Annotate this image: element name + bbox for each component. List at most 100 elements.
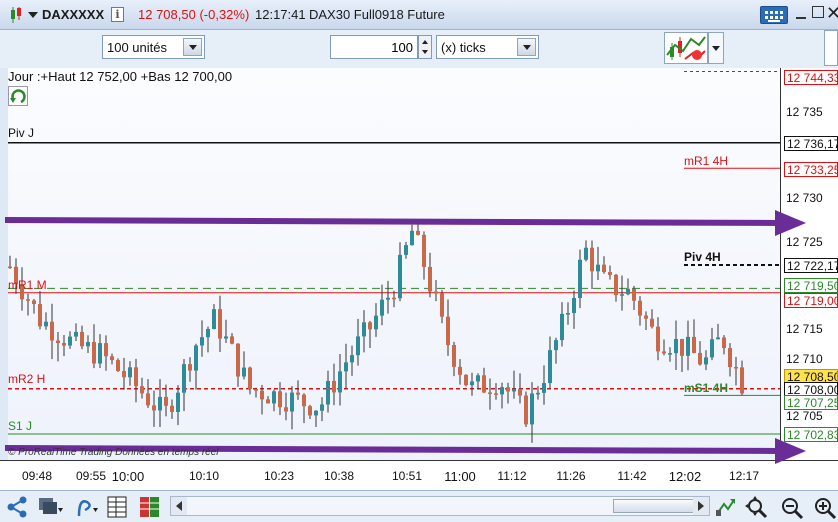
candle-down [278, 391, 282, 408]
x-tick: 12:17 [728, 469, 760, 483]
candle-down [692, 336, 696, 353]
y-tick: 12 725 [786, 235, 823, 249]
candle-down [80, 331, 84, 347]
price-box-mr1-4h: 12 733,25 [784, 162, 838, 177]
candle-up [476, 375, 480, 382]
scrollbar-thumb[interactable] [613, 499, 695, 513]
candle-down [614, 274, 618, 296]
candle-up [404, 245, 408, 255]
candle-up [716, 337, 720, 340]
channel-arrow-top [4, 210, 806, 236]
candle-up [380, 299, 384, 316]
autoscale-icon[interactable] [714, 496, 736, 518]
candle-down [422, 234, 426, 267]
candle-up [206, 328, 210, 338]
candle-up [194, 345, 198, 371]
candle-up [176, 392, 180, 412]
candle-up [128, 367, 132, 378]
candle-up [596, 264, 600, 272]
candle-down [722, 337, 726, 349]
candle-down [8, 266, 12, 269]
level-label-ms1-4h: mS1 4H [684, 381, 729, 395]
scroll-left-button[interactable] [171, 497, 187, 515]
watermark-text: © ProRealTime Trading Données en temps r… [8, 447, 219, 458]
zoom-out-icon[interactable] [780, 496, 804, 520]
zoom-fit-icon[interactable] [745, 496, 768, 519]
share-icon[interactable] [6, 496, 28, 518]
horizontal-scrollbar[interactable] [170, 496, 710, 516]
candle-down [296, 392, 300, 395]
candle-down [236, 343, 240, 377]
candle-down [728, 348, 732, 368]
candle-down [308, 406, 312, 416]
candle-up [686, 336, 690, 356]
candle-down [506, 387, 510, 392]
candle-up [344, 362, 348, 372]
candle-down [164, 396, 168, 406]
candle-down [608, 272, 612, 275]
candle-up [554, 340, 558, 351]
candle-up [200, 337, 204, 346]
level-label-mr2-h: mR2 H [8, 372, 46, 386]
table-icon[interactable] [107, 496, 129, 518]
candle-up [512, 388, 516, 392]
candle-down [122, 370, 126, 378]
candle-down [26, 299, 30, 301]
candle-down [248, 367, 252, 389]
candle-down [740, 367, 744, 394]
candle-down [590, 247, 594, 272]
candle-down [488, 392, 492, 394]
candle-up [710, 339, 714, 358]
candle-down [632, 288, 636, 301]
candle-down [494, 393, 498, 395]
candle-down [260, 390, 264, 400]
candle-down [734, 367, 738, 369]
refresh-icon[interactable] [8, 86, 28, 106]
price-box-green-dash: 12 719,50 [784, 278, 838, 293]
candle-down [188, 364, 192, 371]
candle-down [152, 405, 156, 411]
x-tick: 10:10 [188, 469, 220, 483]
candle-down [662, 351, 666, 354]
candle-down [62, 343, 66, 346]
candle-down [38, 304, 42, 327]
candle-down [284, 407, 288, 412]
layers-icon[interactable] [38, 496, 63, 518]
candle-down [140, 386, 144, 394]
order-book-icon[interactable] [139, 496, 161, 518]
candle-up [326, 380, 330, 405]
candle-down [656, 326, 660, 352]
candle-up [410, 230, 414, 246]
candle-down [680, 338, 684, 356]
x-tick: 10:23 [263, 469, 295, 483]
candle-up [272, 391, 276, 404]
zoom-in-icon[interactable] [813, 496, 837, 520]
candle-down [638, 300, 642, 316]
bottom-toolbar [0, 490, 838, 522]
candle-down [428, 266, 432, 292]
y-tick: 12 705 [786, 409, 823, 423]
candle-up [320, 404, 324, 411]
level-label-s1-j: S1 J [8, 419, 33, 433]
candle-up [356, 336, 360, 356]
candle-up [350, 355, 354, 363]
candle-up [542, 383, 546, 393]
candle-down [650, 318, 654, 327]
y-tick: 12 715 [786, 322, 823, 336]
candle-down [56, 340, 60, 344]
candle-up [674, 338, 678, 354]
candle-down [524, 395, 528, 425]
scroll-right-button[interactable] [693, 497, 709, 515]
indicator-icon[interactable] [75, 496, 98, 518]
candle-down [698, 352, 702, 365]
candle-up [470, 381, 474, 386]
candle-down [602, 264, 606, 273]
candle-up [86, 342, 90, 347]
price-box-s1-j: 12 702,83 [784, 427, 838, 442]
candle-down [116, 360, 120, 371]
candle-down [134, 367, 138, 387]
candle-down [434, 291, 438, 294]
candle-up [548, 350, 552, 384]
candle-down [218, 309, 222, 339]
chart-header: Jour :+Haut 12 752,00 +Bas 12 700,00 [8, 69, 233, 84]
